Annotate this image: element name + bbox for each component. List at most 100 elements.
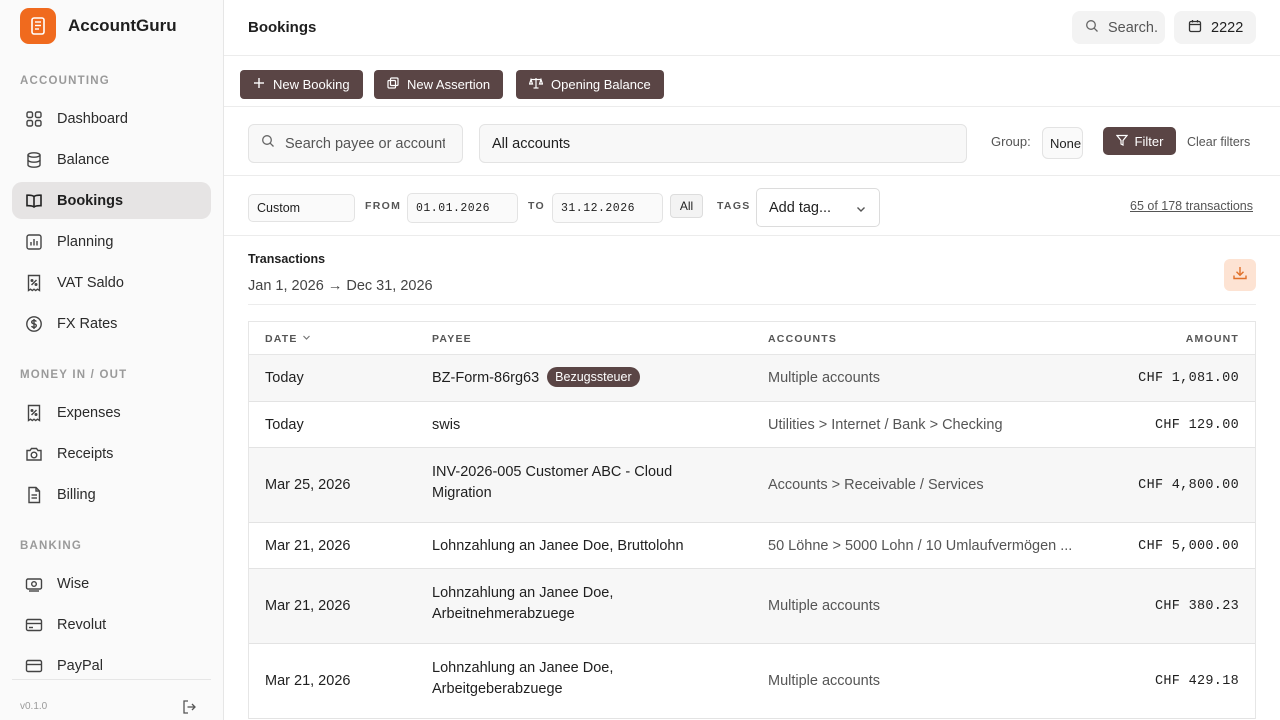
- group-label: Group:: [991, 134, 1031, 149]
- sidebar-item-bookings[interactable]: Bookings: [12, 182, 211, 219]
- transactions-range: Jan 1, 2026 → Dec 31, 2026: [248, 278, 433, 294]
- sidebar-item-wise[interactable]: Wise: [12, 565, 211, 602]
- to-label: TO: [528, 200, 545, 212]
- sidebar-item-planning[interactable]: Planning: [12, 223, 211, 260]
- year-selector[interactable]: 2222: [1174, 11, 1256, 44]
- row-date: Mar 21, 2026: [265, 673, 351, 689]
- sidebar-item-label: Revolut: [57, 616, 107, 633]
- calendar-icon: [1188, 19, 1202, 37]
- tags-label: TAGS: [717, 200, 751, 212]
- sidebar-item-label: Expenses: [57, 404, 121, 421]
- filter-button[interactable]: Filter: [1103, 127, 1176, 155]
- table-row[interactable]: Mar 25, 2026 INV-2026-005 Customer ABC -…: [249, 448, 1255, 523]
- app-version: v0.1.0: [20, 701, 48, 712]
- period-select[interactable]: Custom: [248, 194, 355, 222]
- sidebar-item-dashboard[interactable]: Dashboard: [12, 100, 211, 137]
- credit-card-icon: [25, 657, 43, 675]
- sidebar-item-receipts[interactable]: Receipts: [12, 435, 211, 472]
- section-label-money: MONEY IN / OUT: [20, 369, 128, 381]
- row-amount: CHF 129.00: [1154, 418, 1239, 433]
- new-assertion-button[interactable]: New Assertion: [374, 70, 504, 99]
- table-row[interactable]: Mar 21, 2026 Lohnzahlung an Janee Doe, A…: [249, 569, 1255, 644]
- search-icon: [1085, 19, 1099, 37]
- row-date: Mar 21, 2026: [265, 598, 351, 614]
- logout-icon[interactable]: [181, 699, 197, 715]
- column-header-payee[interactable]: PAYEE: [432, 333, 472, 345]
- sidebar-item-label: Wise: [57, 575, 90, 592]
- transactions-table: DATE PAYEE ACCOUNTS AMOUNT Today BZ-Form…: [248, 321, 1256, 719]
- tag-badge[interactable]: Bezugssteuer: [547, 367, 640, 387]
- new-booking-label: New Booking: [273, 77, 350, 92]
- brand[interactable]: AccountGuru: [20, 8, 177, 44]
- transaction-count[interactable]: 65 of 178 transactions: [1130, 199, 1253, 213]
- row-date: Today: [265, 417, 304, 433]
- table-row[interactable]: Today swis Utilities > Internet / Bank >…: [249, 402, 1255, 448]
- dollar-circle-icon: [25, 315, 43, 333]
- sidebar-item-fx-rates[interactable]: FX Rates: [12, 305, 211, 342]
- payee-search-field[interactable]: [248, 124, 463, 163]
- table-row[interactable]: Mar 21, 2026 Lohnzahlung an Janee Doe, A…: [249, 644, 1255, 719]
- banknote-icon: [25, 575, 43, 593]
- sidebar-item-label: VAT Saldo: [57, 274, 124, 291]
- document-icon: [25, 486, 43, 504]
- topbar: Bookings Search. 2222: [224, 0, 1280, 56]
- row-accounts: Multiple accounts: [768, 673, 881, 689]
- column-header-date[interactable]: DATE: [265, 333, 311, 345]
- opening-balance-button[interactable]: Opening Balance: [516, 70, 664, 99]
- column-header-amount[interactable]: AMOUNT: [1186, 333, 1239, 345]
- clear-filters-link[interactable]: Clear filters: [1187, 135, 1250, 149]
- row-accounts: Multiple accounts: [768, 370, 881, 386]
- sidebar-item-balance[interactable]: Balance: [12, 141, 211, 178]
- row-date: Mar 25, 2026: [265, 477, 351, 493]
- camera-icon: [25, 445, 43, 463]
- payee-search-input[interactable]: [285, 135, 445, 152]
- chevron-down-icon: [855, 203, 867, 219]
- app-logo-icon: [20, 8, 56, 44]
- row-amount: CHF 380.23: [1154, 599, 1239, 614]
- sidebar-item-expenses[interactable]: Expenses: [12, 394, 211, 431]
- sidebar-item-vat-saldo[interactable]: VAT Saldo: [12, 264, 211, 301]
- chart-icon: [25, 233, 43, 251]
- row-accounts: 50 Löhne > 5000 Lohn / 10 Umlaufvermögen…: [768, 538, 1073, 554]
- new-booking-button[interactable]: New Booking: [240, 70, 363, 99]
- to-date-input[interactable]: 31.12.2026: [552, 193, 663, 223]
- section-label-accounting: ACCOUNTING: [20, 75, 110, 87]
- download-button[interactable]: [1224, 259, 1256, 291]
- table-row[interactable]: Today BZ-Form-86rg63 Bezugssteuer Multipl…: [249, 355, 1255, 402]
- sidebar-item-label: PayPal: [57, 657, 103, 674]
- date-filter-row: Custom FROM 01.01.2026 TO 31.12.2026 All…: [224, 176, 1280, 236]
- row-accounts: Utilities > Internet / Bank > Checking: [768, 417, 1003, 433]
- row-payee: Lohnzahlung an Janee Doe, Bruttolohn: [432, 538, 684, 554]
- dashboard-icon: [25, 110, 43, 128]
- opening-balance-label: Opening Balance: [551, 77, 651, 92]
- all-dates-button[interactable]: All: [670, 194, 703, 218]
- row-accounts: Accounts > Receivable / Services: [768, 477, 984, 493]
- from-date-input[interactable]: 01.01.2026: [407, 193, 518, 223]
- row-payee: INV-2026-005 Customer ABC - Cloud Migrat…: [432, 464, 673, 501]
- sidebar-item-revolut[interactable]: Revolut: [12, 606, 211, 643]
- row-amount: CHF 429.18: [1154, 674, 1239, 689]
- row-date: Mar 21, 2026: [265, 538, 351, 554]
- accounts-select[interactable]: All accounts: [479, 124, 967, 163]
- tag-select[interactable]: Add tag...: [756, 188, 880, 227]
- transactions-title: Transactions: [248, 252, 326, 266]
- filter-label: Filter: [1134, 133, 1164, 149]
- download-icon: [1232, 265, 1248, 286]
- filter-bar: All accounts Group: None Filter Clear fi…: [224, 107, 1280, 176]
- sidebar-item-label: Bookings: [57, 192, 124, 209]
- global-search-button[interactable]: Search.: [1072, 11, 1165, 44]
- row-accounts: Multiple accounts: [768, 598, 881, 614]
- sidebar-item-billing[interactable]: Billing: [12, 476, 211, 513]
- group-select[interactable]: None: [1042, 127, 1083, 159]
- column-header-accounts[interactable]: ACCOUNTS: [768, 333, 837, 345]
- new-assertion-label: New Assertion: [407, 77, 491, 92]
- action-bar: New Booking New Assertion Opening Balanc…: [224, 56, 1280, 107]
- table-row[interactable]: Mar 21, 2026 Lohnzahlung an Janee Doe, B…: [249, 523, 1255, 569]
- sidebar-item-paypal[interactable]: PayPal: [12, 647, 211, 679]
- scale-icon: [528, 77, 544, 92]
- row-amount: CHF 5,000.00: [1138, 539, 1239, 554]
- row-amount: CHF 4,800.00: [1138, 478, 1239, 493]
- table-header: DATE PAYEE ACCOUNTS AMOUNT: [249, 322, 1255, 355]
- sidebar-item-label: Planning: [57, 233, 114, 250]
- row-payee: Lohnzahlung an Janee Doe, Arbeitnehmerab…: [432, 585, 614, 622]
